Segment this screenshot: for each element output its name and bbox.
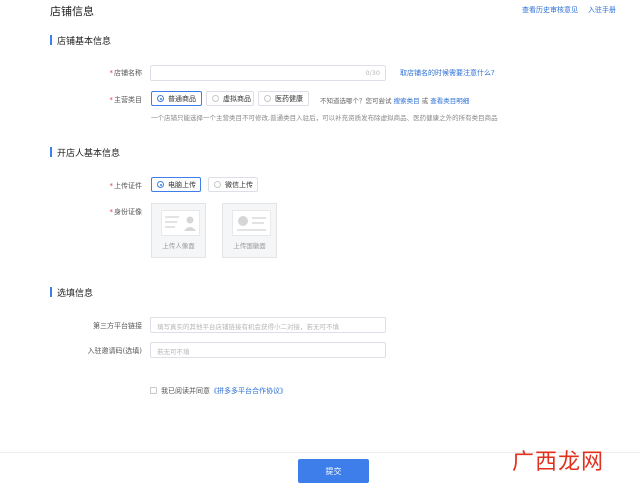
section-marker [50, 287, 52, 297]
option-label: 普通商品 [168, 94, 196, 103]
invite-code-input[interactable]: 若无可不填 [150, 342, 386, 358]
id-card-back-icon [232, 210, 271, 236]
upload-type-label: *上传证件 [52, 181, 143, 191]
radio-icon [157, 181, 164, 188]
third-party-input[interactable]: 填写真实的其他平台店铺链接有机会获得小二对接，若无可不填 [150, 317, 386, 333]
radio-icon [214, 181, 221, 188]
section-title-optional: 选填信息 [57, 289, 94, 299]
radio-icon [212, 95, 219, 102]
store-name-input[interactable]: 0/30 [150, 65, 386, 81]
option-label: 微信上传 [225, 180, 253, 189]
upload-option-pc[interactable]: 电脑上传 [151, 177, 201, 192]
section-marker [50, 35, 52, 45]
agreement-checkbox[interactable] [150, 387, 157, 394]
watermark-logo: 广西龙网 [512, 450, 605, 475]
agreement-text: 我已阅读并同意《拼多多平台合作协议》 [161, 386, 287, 396]
agreement-label: 我已阅读并同意 [161, 387, 210, 395]
submit-button[interactable]: 提交 [298, 459, 369, 483]
or-text: 或 [421, 97, 429, 105]
category-label: *主营类目 [52, 95, 143, 105]
category-prompt-text: 不知道选哪个？您可尝试 [320, 97, 392, 105]
section-title-owner: 开店人基本信息 [57, 149, 121, 159]
option-label: 虚拟商品 [223, 94, 251, 103]
third-party-label: 第三方平台链接 [93, 322, 142, 330]
id-card-front-icon [161, 210, 200, 236]
page-title: 店铺信息 [50, 5, 94, 18]
required-mark: * [109, 208, 114, 216]
radio-icon [264, 95, 271, 102]
option-label: 医药健康 [275, 94, 303, 103]
category-detail-link[interactable]: 查看类目明细 [430, 97, 469, 105]
id-photo-label-text: 身份证像 [114, 208, 142, 216]
id-photo-label: *身份证像 [52, 207, 143, 217]
category-option-normal[interactable]: 普通商品 [151, 91, 202, 106]
third-party-placeholder: 填写真实的其他平台店铺链接有机会获得小二对接，若无可不填 [157, 323, 339, 331]
store-name-help-link[interactable]: 取店铺名的时候需要注意什么? [400, 68, 495, 78]
section-title-basic: 店铺基本信息 [57, 37, 112, 47]
upload-option-wechat[interactable]: 微信上传 [208, 177, 258, 192]
category-label-text: 主营类目 [114, 96, 142, 104]
category-hint: 一个店铺只能选择一个主营类目不可修改,普通类目入驻后，可以补充资质发布除虚拟商品… [151, 114, 498, 122]
option-label: 电脑上传 [168, 180, 196, 189]
review-history-link[interactable]: 查看历史审核意见 [522, 5, 578, 15]
upload-front-button[interactable]: 上传人像面 [151, 203, 206, 258]
store-name-label: *店铺名称 [52, 68, 143, 78]
manual-link[interactable]: 入驻手册 [588, 5, 616, 15]
upload-back-button[interactable]: 上传国徽面 [222, 203, 277, 258]
upload-front-caption: 上传人像面 [162, 242, 195, 250]
store-name-label-text: 店铺名称 [114, 69, 142, 77]
upload-back-caption: 上传国徽面 [233, 242, 266, 250]
required-mark: * [109, 96, 114, 104]
category-option-medical[interactable]: 医药健康 [258, 91, 309, 106]
invite-placeholder: 若无可不填 [157, 348, 190, 356]
invite-label: 入驻邀请码(选填) [87, 347, 142, 355]
category-prompt: 不知道选哪个？您可尝试 搜索类目 或 查看类目明细 [320, 95, 469, 105]
agreement-link[interactable]: 《拼多多平台合作协议》 [210, 387, 287, 395]
required-mark: * [109, 69, 114, 77]
search-category-link[interactable]: 搜索类目 [394, 97, 420, 105]
radio-icon [157, 95, 164, 102]
upload-type-label-text: 上传证件 [114, 182, 142, 190]
required-mark: * [109, 182, 114, 190]
category-option-virtual[interactable]: 虚拟商品 [206, 91, 254, 106]
char-counter: 0/30 [365, 69, 380, 77]
section-marker [50, 147, 52, 157]
